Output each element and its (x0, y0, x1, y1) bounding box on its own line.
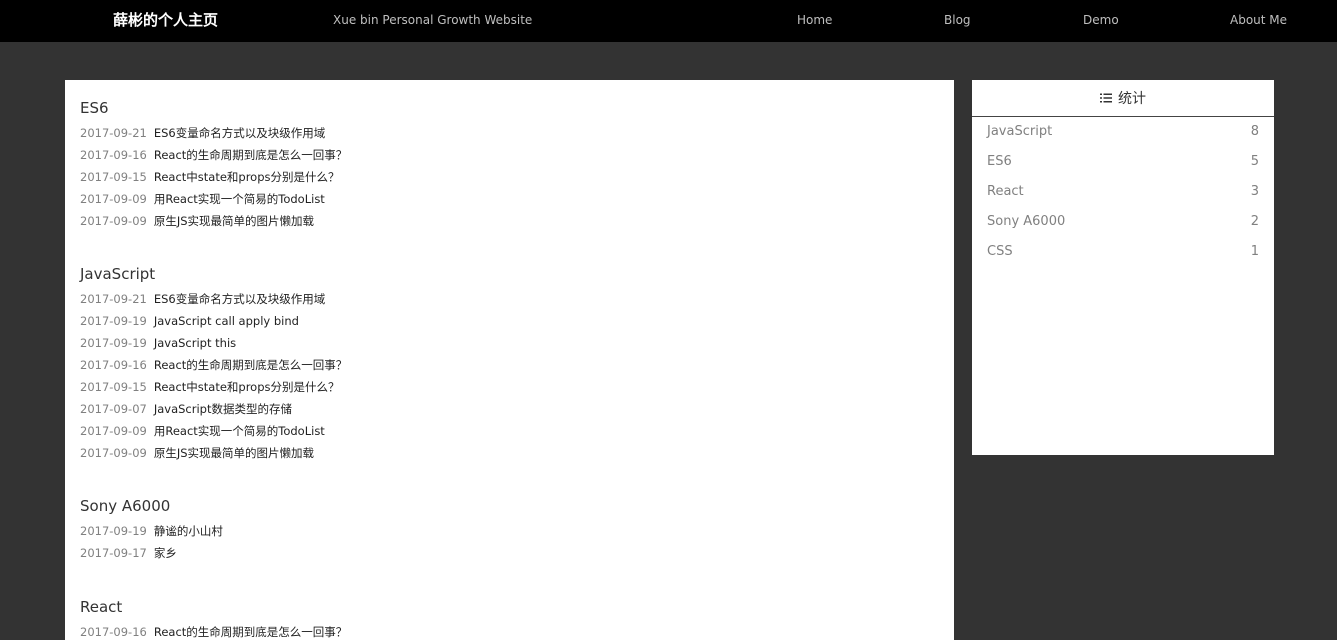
list-item: 2017-09-19 JavaScript this (80, 335, 347, 357)
post-link[interactable]: React的生命周期到底是怎么一回事？ (154, 358, 347, 372)
post-date: 2017-09-19 (80, 336, 147, 350)
stats-header: 统计 (972, 80, 1274, 117)
post-date: 2017-09-09 (80, 214, 147, 228)
stat-item-es6[interactable]: ES6 5 (972, 147, 1274, 177)
post-link[interactable]: React的生命周期到底是怎么一回事？ (154, 625, 347, 639)
post-list: 2017-09-19 静谧的小山村 2017-09-17 家乡 (80, 523, 223, 567)
post-date: 2017-09-17 (80, 546, 147, 560)
nav-demo[interactable]: Demo (1083, 11, 1119, 29)
list-item: 2017-09-16 React的生命周期到底是怎么一回事？ (80, 147, 347, 169)
site-brand[interactable]: 薛彬的个人主页 (113, 10, 218, 30)
post-date: 2017-09-09 (80, 192, 147, 206)
post-link[interactable]: React中state和props分别是什么？ (154, 170, 340, 184)
post-date: 2017-09-16 (80, 358, 147, 372)
post-link[interactable]: ES6变量命名方式以及块级作用域 (154, 292, 325, 306)
stat-count: 1 (1250, 244, 1259, 259)
stat-count: 8 (1250, 124, 1259, 139)
main-content-panel: ES6 2017-09-21 ES6变量命名方式以及块级作用域 2017-09-1… (65, 80, 954, 640)
section-title: React (80, 598, 123, 616)
post-link[interactable]: 原生JS实现最简单的图片懒加载 (154, 446, 314, 460)
post-list: 2017-09-21 ES6变量命名方式以及块级作用域 2017-09-16 Rea… (80, 125, 347, 235)
post-link[interactable]: JavaScript数据类型的存储 (154, 402, 292, 416)
nav-blog[interactable]: Blog (944, 11, 971, 29)
stat-label: Sony A6000 (987, 214, 1066, 229)
section-sony-a6000: Sony A6000 2017-09-19 静谧的小山村 2017-09-17 家乡 (80, 496, 223, 567)
post-link[interactable]: React的生命周期到底是怎么一回事？ (154, 148, 347, 162)
stat-item-sony-a6000[interactable]: Sony A6000 2 (972, 207, 1274, 237)
post-date: 2017-09-15 (80, 170, 147, 184)
post-date: 2017-09-09 (80, 424, 147, 438)
list-item: 2017-09-07 JavaScript数据类型的存储 (80, 401, 347, 423)
stats-title: 统计 (1118, 91, 1146, 107)
stat-count: 3 (1250, 184, 1259, 199)
list-item: 2017-09-16 React的生命周期到底是怎么一回事？ (80, 357, 347, 379)
stat-label: React (987, 184, 1024, 199)
section-title: JavaScript (80, 265, 156, 283)
post-link[interactable]: JavaScript call apply bind (154, 314, 299, 328)
list-item: 2017-09-17 家乡 (80, 545, 223, 567)
nav-home[interactable]: Home (797, 11, 832, 29)
section-javascript: JavaScript 2017-09-21 ES6变量命名方式以及块级作用域 20… (80, 264, 347, 467)
post-list: 2017-09-21 ES6变量命名方式以及块级作用域 2017-09-19 Jav… (80, 291, 347, 467)
stat-label: CSS (987, 244, 1013, 259)
post-date: 2017-09-19 (80, 524, 147, 538)
list-item: 2017-09-21 ES6变量命名方式以及块级作用域 (80, 291, 347, 313)
stat-item-css[interactable]: CSS 1 (972, 237, 1274, 267)
stat-count: 5 (1250, 154, 1259, 169)
post-date: 2017-09-19 (80, 314, 147, 328)
stats-list: JavaScript 8 ES6 5 React 3 Sony A6000 2 CSS 1 (972, 117, 1274, 267)
post-link[interactable]: 用React实现一个简易的TodoList (154, 192, 325, 206)
list-item: 2017-09-09 用React实现一个简易的TodoList (80, 423, 347, 445)
list-item: 2017-09-19 JavaScript call apply bind (80, 313, 347, 335)
list-item: 2017-09-09 原生JS实现最简单的图片懒加载 (80, 213, 347, 235)
top-navbar: 薛彬的个人主页 Xue bin Personal Growth Website … (0, 0, 1337, 42)
post-link[interactable]: React中state和props分别是什么？ (154, 380, 340, 394)
list-icon (1100, 93, 1112, 103)
list-item: 2017-09-09 原生JS实现最简单的图片懒加载 (80, 445, 347, 467)
post-date: 2017-09-21 (80, 126, 147, 140)
stat-item-javascript[interactable]: JavaScript 8 (972, 117, 1274, 147)
post-link[interactable]: 家乡 (154, 546, 177, 560)
stat-label: JavaScript (987, 124, 1053, 139)
post-date: 2017-09-07 (80, 402, 147, 416)
post-date: 2017-09-21 (80, 292, 147, 306)
post-date: 2017-09-09 (80, 446, 147, 460)
stats-sidebar: 统计 JavaScript 8 ES6 5 React 3 Sony A6000 2 C… (972, 80, 1274, 455)
stat-label: ES6 (987, 154, 1012, 169)
list-item: 2017-09-19 静谧的小山村 (80, 523, 223, 545)
section-title: ES6 (80, 99, 109, 117)
section-es6: ES6 2017-09-21 ES6变量命名方式以及块级作用域 2017-09-1… (80, 98, 347, 235)
post-list: 2017-09-16 React的生命周期到底是怎么一回事？ (80, 624, 347, 640)
list-item: 2017-09-15 React中state和props分别是什么？ (80, 169, 347, 191)
list-item: 2017-09-21 ES6变量命名方式以及块级作用域 (80, 125, 347, 147)
post-date: 2017-09-16 (80, 148, 147, 162)
list-item: 2017-09-15 React中state和props分别是什么？ (80, 379, 347, 401)
post-date: 2017-09-16 (80, 625, 147, 639)
post-link[interactable]: JavaScript this (154, 336, 236, 350)
nav-about-me[interactable]: About Me (1230, 11, 1287, 29)
post-link[interactable]: 静谧的小山村 (154, 524, 223, 538)
stat-item-react[interactable]: React 3 (972, 177, 1274, 207)
list-item: 2017-09-09 用React实现一个简易的TodoList (80, 191, 347, 213)
post-link[interactable]: 用React实现一个简易的TodoList (154, 424, 325, 438)
post-date: 2017-09-15 (80, 380, 147, 394)
stat-count: 2 (1250, 214, 1259, 229)
site-subtitle: Xue bin Personal Growth Website (333, 13, 533, 27)
post-link[interactable]: 原生JS实现最简单的图片懒加载 (154, 214, 314, 228)
section-react: React 2017-09-16 React的生命周期到底是怎么一回事？ (80, 597, 347, 640)
section-title: Sony A6000 (80, 497, 171, 515)
post-link[interactable]: ES6变量命名方式以及块级作用域 (154, 126, 325, 140)
list-item: 2017-09-16 React的生命周期到底是怎么一回事？ (80, 624, 347, 640)
